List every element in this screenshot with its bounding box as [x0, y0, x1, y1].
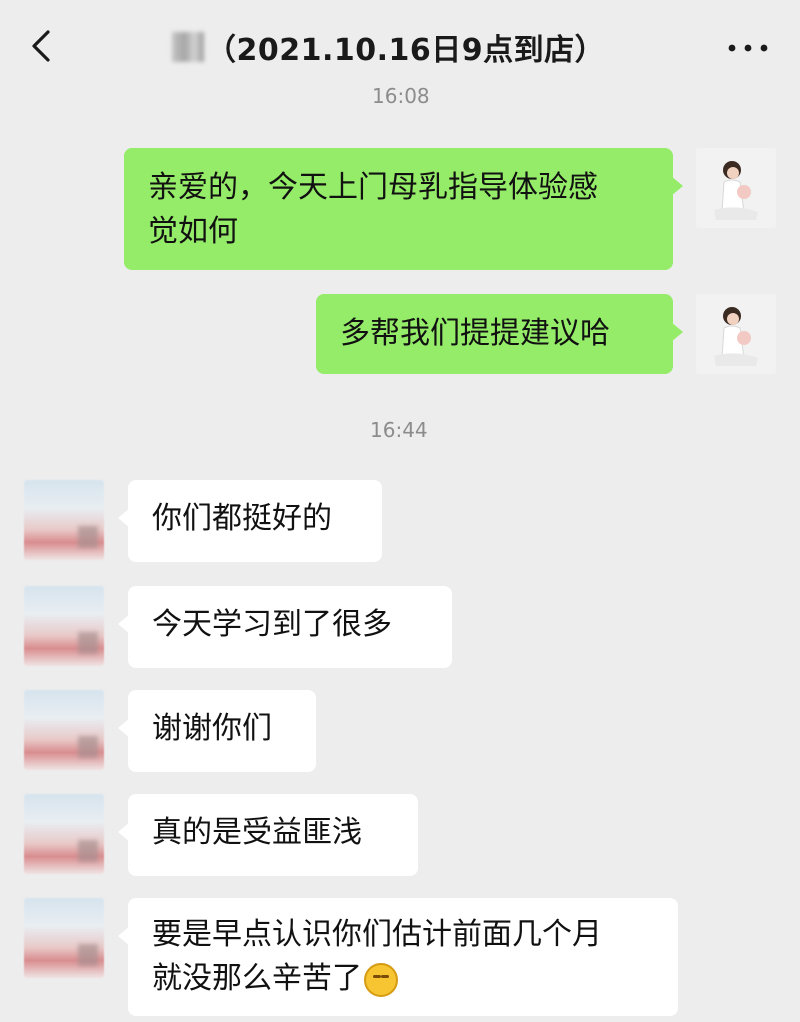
- sent-message-bubble[interactable]: 亲爱的，今天上门母乳指导体验感 觉如何: [124, 148, 683, 270]
- timestamp: 16:08: [372, 84, 430, 108]
- contact-avatar[interactable]: [24, 586, 104, 666]
- received-message-bubble[interactable]: 你们都挺好的: [118, 480, 382, 562]
- crying-laughing-emoji-icon: [364, 962, 398, 997]
- message-text: 要是早点认识你们估计前面几个月: [152, 917, 602, 952]
- message-text: 谢谢你们: [152, 711, 272, 746]
- self-avatar[interactable]: [696, 294, 776, 374]
- message-text: 亲爱的，今天上门母乳指导体验感: [148, 170, 598, 205]
- received-message-bubble[interactable]: 真的是受益匪浅: [118, 794, 418, 876]
- message-text: 多帮我们提提建议哈: [340, 316, 610, 351]
- back-button[interactable]: [24, 22, 64, 70]
- blurred-contact-name: [172, 32, 204, 62]
- chevron-left-icon: [32, 30, 50, 62]
- self-avatar[interactable]: [696, 148, 776, 228]
- message-text: 你们都挺好的: [152, 501, 332, 536]
- received-message-bubble[interactable]: 谢谢你们: [118, 690, 316, 772]
- more-options-button[interactable]: [722, 22, 774, 70]
- avatar-photo: [696, 294, 776, 374]
- chat-title-group: （2021.10.16日9点到店）: [172, 22, 605, 72]
- contact-avatar[interactable]: [24, 690, 104, 770]
- avatar-photo: [696, 148, 776, 228]
- message-line-with-emoji: 就没那么辛苦了: [152, 957, 654, 1001]
- timestamp: 16:44: [370, 418, 428, 442]
- message-text: 真的是受益匪浅: [152, 815, 362, 850]
- message-text: 觉如何: [148, 214, 238, 249]
- more-dots-icon: [728, 44, 768, 52]
- contact-avatar[interactable]: [24, 480, 104, 560]
- contact-avatar[interactable]: [24, 898, 104, 978]
- received-message-bubble[interactable]: 要是早点认识你们估计前面几个月 就没那么辛苦了: [118, 898, 678, 1016]
- contact-avatar[interactable]: [24, 794, 104, 874]
- chat-header: （2021.10.16日9点到店）: [0, 0, 800, 92]
- received-message-bubble[interactable]: 今天学习到了很多: [118, 586, 452, 668]
- sent-message-bubble[interactable]: 多帮我们提提建议哈: [316, 294, 683, 374]
- message-text: 今天学习到了很多: [152, 607, 392, 642]
- chat-title: （2021.10.16日9点到店）: [206, 33, 606, 68]
- message-text: 就没那么辛苦了: [152, 961, 362, 996]
